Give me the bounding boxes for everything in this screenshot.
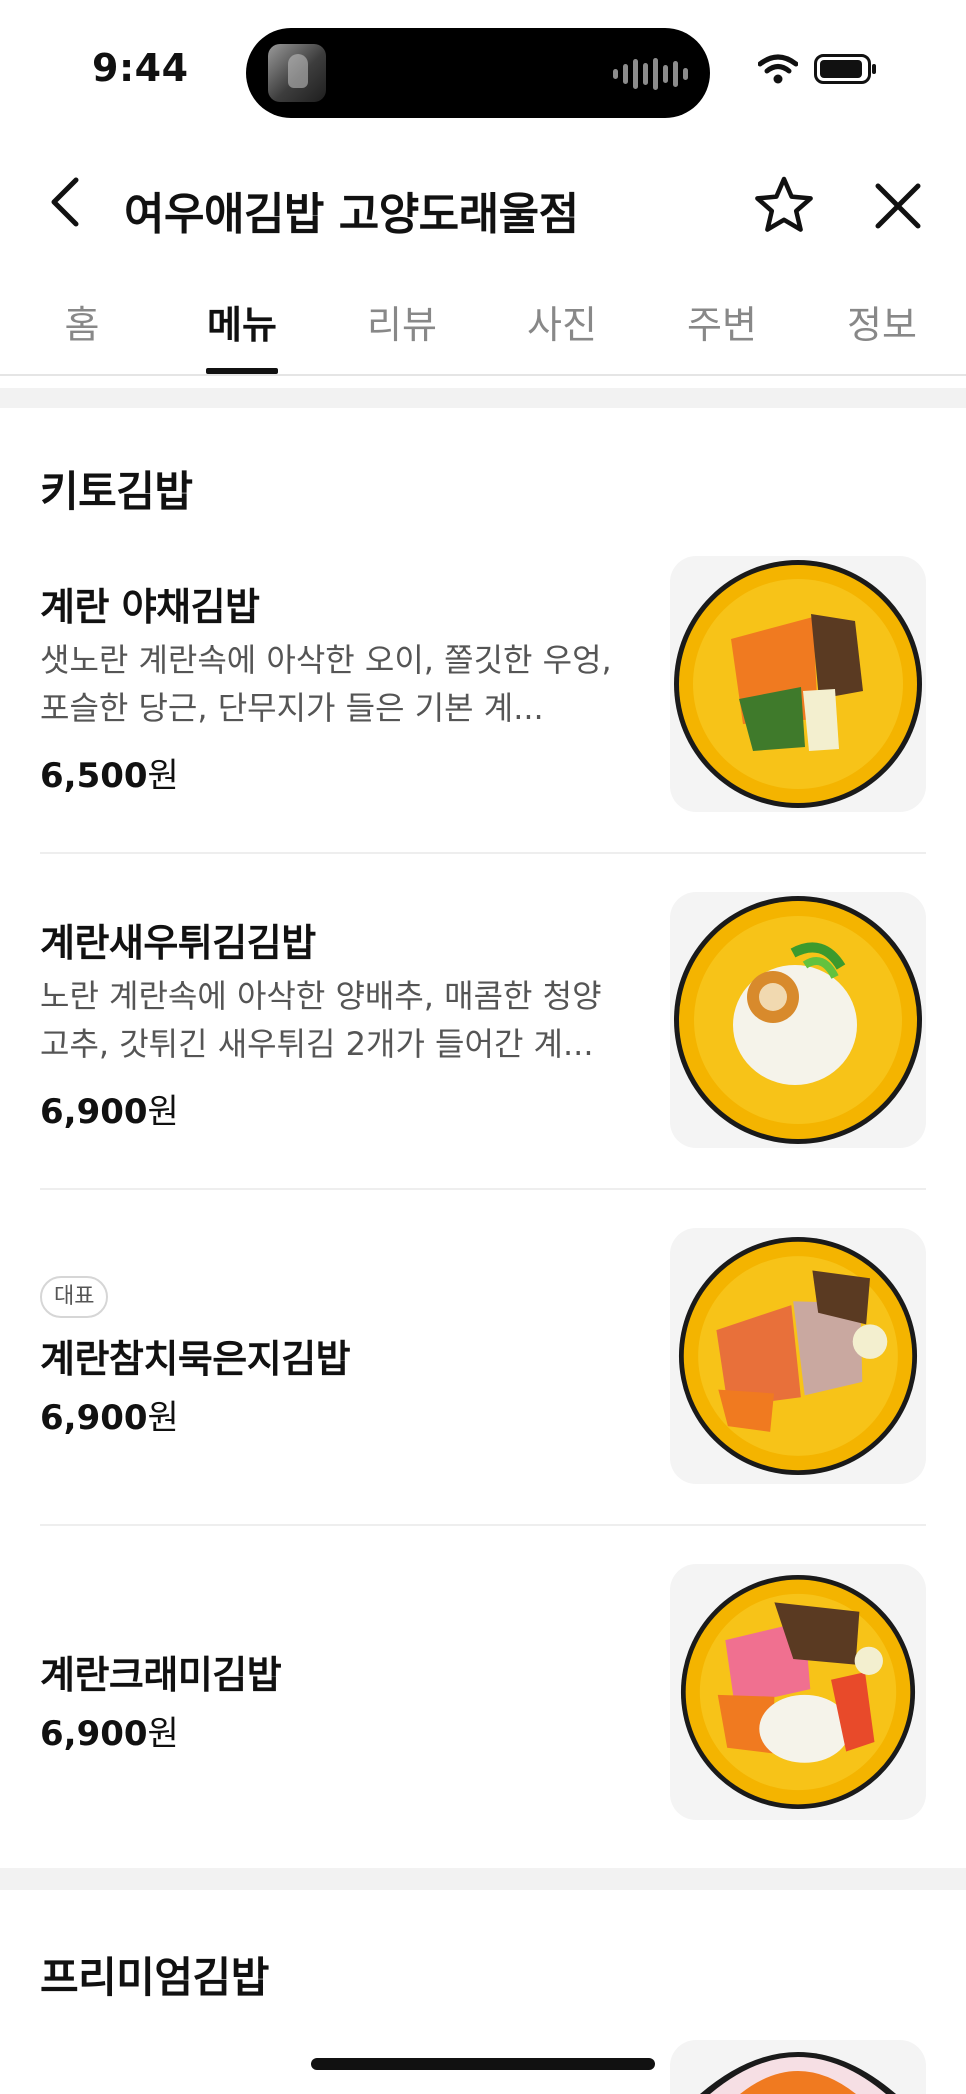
menu-item-price: 6,500원 [40, 756, 179, 796]
menu-item-photo-partial [670, 2040, 926, 2094]
battery-icon [814, 54, 876, 84]
item-divider [40, 1524, 926, 1526]
back-arrow-icon[interactable] [36, 170, 100, 234]
item-divider [40, 852, 926, 854]
top-app-bar: 여우애김밥 고양도래울점 [0, 140, 966, 276]
menu-item-name: 계란참치묵은지김밥 [40, 1337, 351, 1381]
tab-menu[interactable]: 메뉴 [162, 294, 322, 349]
gimbap-icon [700, 2052, 896, 2094]
tab-reviews[interactable]: 리뷰 [322, 294, 482, 349]
section-separator [0, 1868, 966, 1890]
gimbap-icon [674, 560, 922, 808]
tab-bar: 홈 메뉴 리뷰 사진 주변 정보 [0, 276, 966, 376]
album-art-icon [268, 44, 326, 102]
menu-item-price: 6,900원 [40, 1714, 179, 1754]
gimbap-icon [680, 1574, 916, 1810]
home-indicator[interactable] [311, 2058, 655, 2070]
menu-screen: 9:44 여우애김밥 고양도래울점 홈 메뉴 리뷰 사진 주변 정보 키토김밥 … [0, 0, 966, 2094]
menu-item-photo [670, 892, 926, 1148]
gimbap-icon [678, 1236, 918, 1476]
menu-item[interactable]: 계란크래미김밥 6,900원 [40, 1564, 926, 1900]
menu-item-name: 계란크래미김밥 [40, 1653, 282, 1697]
status-bar: 9:44 [0, 0, 966, 140]
close-icon[interactable] [866, 174, 930, 238]
menu-item[interactable]: 계란 야채김밥 샛노란 계란속에 아삭한 오이, 쫄깃한 우엉, 포슬한 당근,… [40, 556, 926, 892]
menu-item-name: 계란새우튀김김밥 [40, 921, 316, 965]
menu-item-photo [670, 1228, 926, 1484]
menu-item-photo [670, 1564, 926, 1820]
status-time: 9:44 [92, 46, 189, 90]
menu-item-description: 샛노란 계란속에 아삭한 오이, 쫄깃한 우엉, 포슬한 당근, 단무지가 들은… [40, 641, 612, 727]
menu-item-price: 6,900원 [40, 1092, 179, 1132]
wifi-icon [758, 54, 798, 84]
menu-item[interactable]: 계란새우튀김김밥 노란 계란속에 아삭한 양배추, 매콤한 청양고추, 갓튀긴 … [40, 892, 926, 1228]
favorite-star-icon[interactable] [752, 174, 816, 238]
item-divider [40, 1188, 926, 1190]
section-separator [0, 388, 966, 408]
tab-info[interactable]: 정보 [802, 294, 962, 349]
tab-photos[interactable]: 사진 [482, 294, 642, 349]
store-title: 여우애김밥 고양도래울점 [124, 189, 579, 240]
menu-item-photo [670, 556, 926, 812]
menu-item-name: 계란 야채김밥 [40, 585, 260, 629]
active-tab-indicator [206, 368, 278, 374]
signature-badge: 대표 [40, 1276, 109, 1318]
section-title-keto: 키토김밥 [40, 467, 193, 516]
menu-item-price: 6,900원 [40, 1398, 179, 1438]
gimbap-icon [674, 896, 922, 1144]
menu-item[interactable]: 대표 계란참치묵은지김밥 6,900원 [40, 1228, 926, 1564]
section-title-premium: 프리미엄김밥 [40, 1953, 269, 2002]
audio-waveform-icon [613, 58, 688, 90]
dynamic-island[interactable] [246, 28, 710, 118]
tab-home[interactable]: 홈 [2, 294, 162, 349]
status-icons [758, 54, 878, 84]
menu-item-description: 노란 계란속에 아삭한 양배추, 매콤한 청양고추, 갓튀긴 새우튀김 2개가 … [40, 977, 602, 1063]
tab-nearby[interactable]: 주변 [642, 294, 802, 349]
